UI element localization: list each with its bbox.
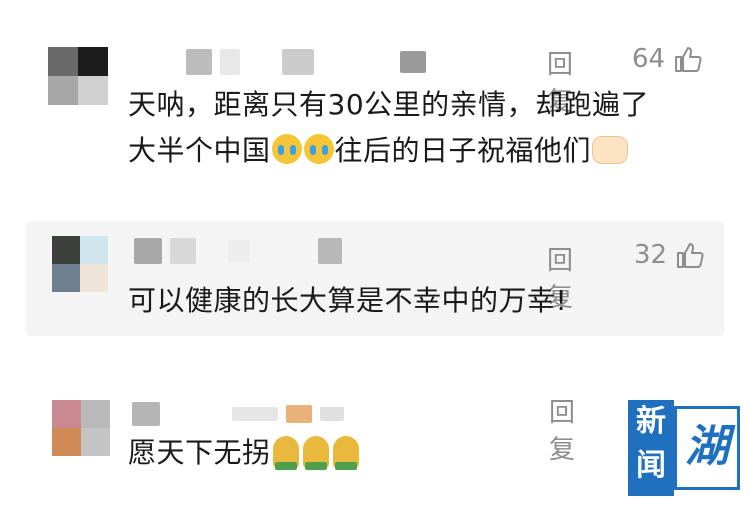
comment-text: 可以健康的长大算是不幸中的万幸! — [128, 284, 568, 317]
thumbs-up-icon — [677, 243, 704, 268]
like-count: 64 — [632, 44, 666, 74]
reply-button[interactable]: 回复 — [549, 392, 575, 466]
username-blurred[interactable] — [132, 402, 344, 426]
like-button[interactable]: 64 — [632, 44, 703, 74]
like-button[interactable]: 32 — [634, 240, 705, 270]
comment-text-segment: 愿天下无拐 — [128, 436, 271, 469]
crying-face-icon — [303, 134, 334, 164]
username-blurred[interactable] — [186, 49, 426, 75]
comment-text: 愿天下无拐 — [128, 430, 361, 476]
comment-text-line-1: 天呐，距离只有30公里的亲情，却跑遍了 — [128, 88, 650, 121]
logo-left-text: 新闻 — [628, 400, 674, 496]
news-logo-watermark: 新闻 湖 — [628, 400, 742, 496]
username-blurred[interactable] — [134, 238, 342, 264]
folded-hands-icon — [332, 436, 359, 470]
comment-text-line-2: 大半个中国 往后的日子祝福他们 — [128, 128, 629, 174]
avatar[interactable] — [52, 400, 110, 456]
crying-face-icon — [271, 134, 302, 164]
like-count: 32 — [634, 240, 668, 270]
heart-hands-icon — [592, 136, 629, 164]
comment-text-segment: 大半个中国 — [128, 134, 271, 167]
avatar[interactable] — [48, 47, 108, 105]
folded-hands-icon — [272, 436, 299, 470]
comment-text-segment: 往后的日子祝福他们 — [334, 134, 592, 167]
avatar[interactable] — [52, 236, 108, 292]
thumbs-up-icon — [675, 47, 702, 72]
folded-hands-icon — [302, 436, 329, 470]
logo-right-text: 湖 — [674, 406, 740, 490]
